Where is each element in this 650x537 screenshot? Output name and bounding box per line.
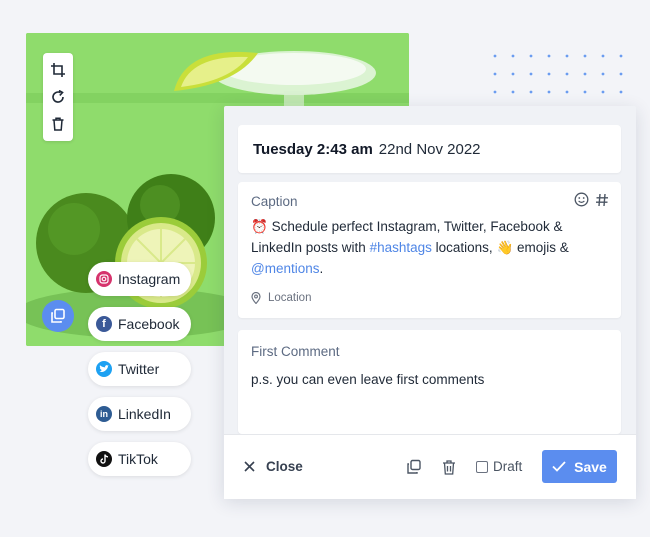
network-pill-instagram[interactable]: Instagram (88, 262, 191, 296)
network-label: Instagram (118, 271, 181, 287)
draft-checkbox[interactable]: Draft (476, 459, 522, 474)
close-button[interactable]: Close (244, 459, 303, 474)
network-pill-facebook[interactable]: f Facebook (88, 307, 191, 341)
close-label: Close (266, 459, 303, 474)
checkbox-icon (476, 460, 488, 473)
check-icon (552, 461, 566, 472)
schedule-date-card[interactable]: Tuesday 2:43 am 22nd Nov 2022 (238, 125, 621, 173)
caption-text-part: locations, (431, 240, 497, 255)
network-pill-twitter[interactable]: Twitter (88, 352, 191, 386)
instagram-icon (96, 271, 112, 287)
network-label: Facebook (118, 316, 180, 332)
network-pill-linkedin[interactable]: in LinkedIn (88, 397, 191, 431)
emoji-icon[interactable] (574, 192, 589, 207)
location-pin-icon (251, 292, 261, 304)
caption-tools (574, 192, 609, 207)
crop-icon[interactable] (49, 61, 67, 79)
first-comment-card[interactable]: First Comment p.s. you can even leave fi… (238, 330, 621, 434)
network-pill-tiktok[interactable]: TikTok (88, 442, 191, 476)
linkedin-icon: in (96, 406, 112, 422)
network-label: Twitter (118, 361, 160, 377)
caption-label: Caption (251, 194, 298, 209)
schedule-date: 22nd Nov 2022 (378, 140, 481, 158)
rotate-icon[interactable] (49, 88, 67, 106)
location-label: Location (268, 292, 312, 304)
image-tools (43, 53, 73, 141)
alarm-clock-emoji: ⏰ (251, 219, 268, 234)
decorative-dot-grid (493, 54, 623, 94)
twitter-icon (96, 361, 112, 377)
close-icon (244, 461, 255, 472)
waving-hand-emoji: 👋 (496, 240, 514, 255)
copy-image-button[interactable] (42, 300, 74, 332)
caption-text-part: emojis & (513, 240, 569, 255)
delete-icon[interactable] (441, 459, 457, 475)
caption-text-part: . (319, 261, 324, 276)
facebook-icon: f (96, 316, 112, 332)
caption-text[interactable]: ⏰ Schedule perfect Instagram, Twitter, F… (251, 216, 611, 279)
tiktok-icon (96, 451, 112, 467)
network-label: LinkedIn (118, 406, 171, 422)
first-comment-text[interactable]: p.s. you can even leave first comments (251, 372, 484, 387)
composer-footer: Close Draft Save (224, 434, 636, 499)
mentions-link[interactable]: @mentions (251, 261, 319, 276)
copy-icon (51, 308, 65, 323)
duplicate-icon[interactable] (406, 459, 422, 475)
save-button[interactable]: Save (542, 450, 617, 483)
hashtags-link[interactable]: #hashtags (370, 240, 432, 255)
save-label: Save (574, 458, 607, 475)
draft-label: Draft (493, 459, 523, 474)
trash-icon[interactable] (49, 115, 67, 133)
location-button[interactable]: Location (251, 292, 311, 304)
post-composer-panel: Tuesday 2:43 am 22nd Nov 2022 Caption ⏰ … (224, 106, 636, 499)
network-label: TikTok (118, 451, 158, 467)
schedule-time: Tuesday 2:43 am (253, 140, 373, 158)
caption-card[interactable]: Caption ⏰ Schedule perfect Instagram, Tw… (238, 182, 621, 318)
first-comment-label: First Comment (251, 344, 340, 359)
hashtag-icon[interactable] (595, 193, 609, 207)
